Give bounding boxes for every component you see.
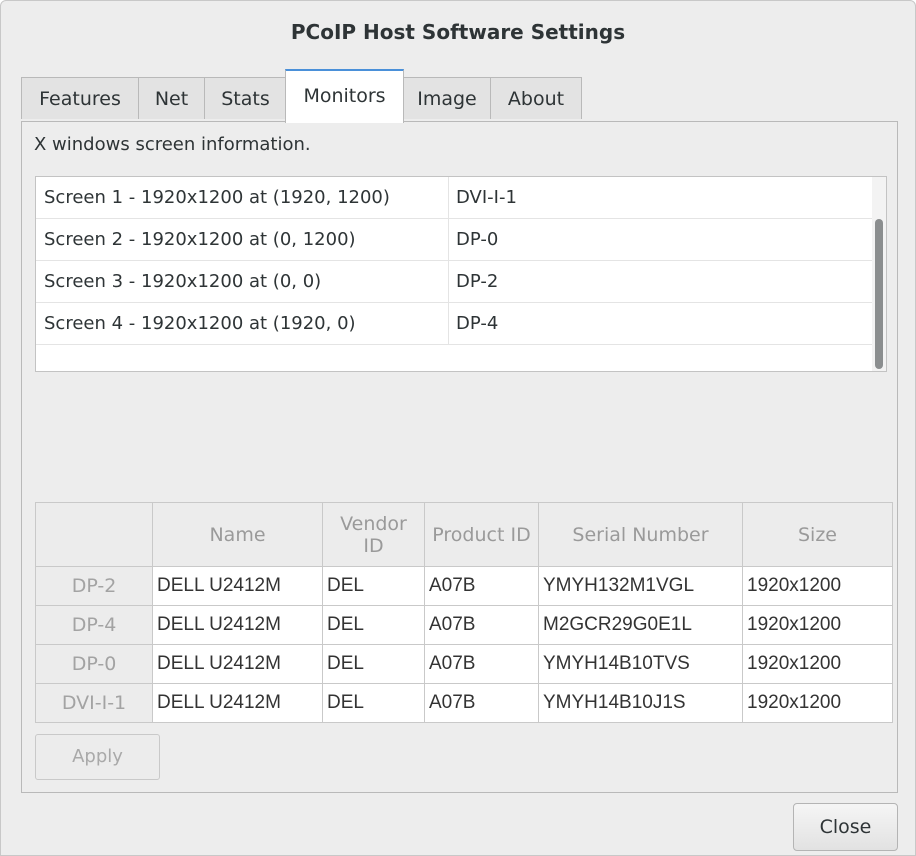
column-header-size: Size — [742, 502, 893, 567]
tab-features[interactable]: Features — [21, 77, 139, 119]
tab-monitors[interactable]: Monitors — [285, 69, 404, 123]
screen-output: DVI-I-1 — [456, 187, 517, 208]
cell-vendor: DEL — [322, 566, 425, 606]
screen-info: Screen 4 - 1920x1200 at (1920, 0) — [44, 313, 356, 334]
cell-serial: YMYH14B10TVS — [538, 644, 743, 684]
screen-row[interactable]: Screen 1 - 1920x1200 at (1920, 1200) DVI… — [36, 177, 872, 219]
row-header: DP-4 — [35, 605, 153, 645]
cell-name: DELL U2412M — [152, 605, 323, 645]
screen-list-scrollbar[interactable] — [872, 177, 886, 371]
screen-info: Screen 3 - 1920x1200 at (0, 0) — [44, 271, 322, 292]
cell-name: DELL U2412M — [152, 566, 323, 606]
table-row: DVI-I-1 DELL U2412M DEL A07B YMYH14B10J1… — [35, 683, 893, 723]
screen-output: DP-2 — [456, 271, 499, 292]
screen-output: DP-4 — [456, 313, 499, 334]
screen-row[interactable]: Screen 2 - 1920x1200 at (0, 1200) DP-0 — [36, 219, 872, 261]
window-title: PCoIP Host Software Settings — [290, 20, 626, 44]
column-header-name: Name — [152, 502, 323, 567]
row-header: DP-0 — [35, 644, 153, 684]
cell-size: 1920x1200 — [742, 605, 893, 645]
cell-vendor: DEL — [322, 683, 425, 723]
column-header-product-id: Product ID — [424, 502, 539, 567]
column-header-port — [35, 502, 153, 567]
row-header: DVI-I-1 — [35, 683, 153, 723]
cell-product: A07B — [424, 644, 539, 684]
cell-product: A07B — [424, 566, 539, 606]
table-header-row: Name Vendor ID Product ID Serial Number … — [35, 502, 893, 567]
cell-vendor: DEL — [322, 644, 425, 684]
row-header: DP-2 — [35, 566, 153, 606]
cell-size: 1920x1200 — [742, 683, 893, 723]
tab-stats[interactable]: Stats — [204, 77, 287, 119]
cell-product: A07B — [424, 605, 539, 645]
panel-description: X windows screen information. — [34, 134, 311, 155]
column-header-vendor-id: Vendor ID — [322, 502, 425, 567]
table-row: DP-4 DELL U2412M DEL A07B M2GCR29G0E1L 1… — [35, 605, 893, 645]
cell-name: DELL U2412M — [152, 683, 323, 723]
cell-product: A07B — [424, 683, 539, 723]
cell-serial: M2GCR29G0E1L — [538, 605, 743, 645]
screen-output: DP-0 — [456, 229, 499, 250]
monitors-panel: X windows screen information. Screen 1 -… — [21, 121, 898, 793]
table-row: DP-0 DELL U2412M DEL A07B YMYH14B10TVS 1… — [35, 644, 893, 684]
cell-name: DELL U2412M — [152, 644, 323, 684]
screen-row[interactable]: Screen 3 - 1920x1200 at (0, 0) DP-2 — [36, 261, 872, 303]
close-button[interactable]: Close — [793, 803, 898, 851]
monitor-edid-table: Name Vendor ID Product ID Serial Number … — [35, 502, 893, 723]
apply-button[interactable]: Apply — [35, 734, 160, 780]
screen-info: Screen 2 - 1920x1200 at (0, 1200) — [44, 229, 356, 250]
tab-about[interactable]: About — [490, 77, 582, 119]
cell-serial: YMYH14B10J1S — [538, 683, 743, 723]
screen-row[interactable]: Screen 4 - 1920x1200 at (1920, 0) DP-4 — [36, 303, 872, 345]
cell-vendor: DEL — [322, 605, 425, 645]
tab-net[interactable]: Net — [138, 77, 205, 119]
cell-serial: YMYH132M1VGL — [538, 566, 743, 606]
cell-size: 1920x1200 — [742, 644, 893, 684]
scrollbar-thumb[interactable] — [875, 219, 883, 369]
table-row: DP-2 DELL U2412M DEL A07B YMYH132M1VGL 1… — [35, 566, 893, 606]
cell-size: 1920x1200 — [742, 566, 893, 606]
column-header-serial-number: Serial Number — [538, 502, 743, 567]
screen-list[interactable]: Screen 1 - 1920x1200 at (1920, 1200) DVI… — [35, 176, 887, 372]
tab-image[interactable]: Image — [403, 77, 491, 119]
settings-window: PCoIP Host Software Settings Features Ne… — [0, 0, 916, 856]
screen-info: Screen 1 - 1920x1200 at (1920, 1200) — [44, 187, 390, 208]
